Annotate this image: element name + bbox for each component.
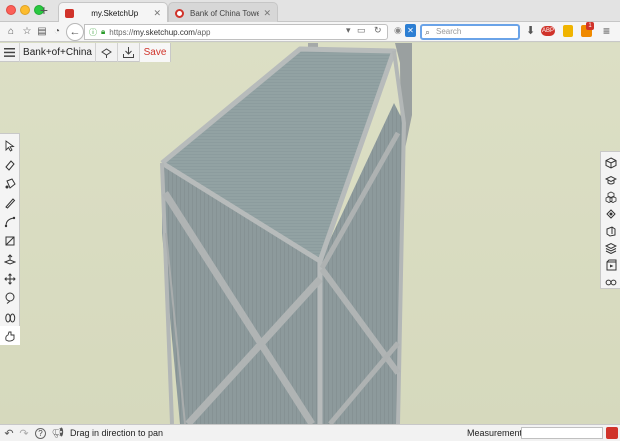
entity-info-icon <box>605 156 617 169</box>
select-icon <box>5 139 15 152</box>
status-bar: ↶ ↷ ? 📢︎ Drag in direction to pan Measur… <box>0 424 620 441</box>
window-close-button[interactable] <box>6 5 16 15</box>
components-panel-button[interactable] <box>601 188 620 205</box>
scenes-panel-button[interactable] <box>601 256 620 273</box>
rss-icon[interactable]: ◉ <box>394 25 402 36</box>
right-panel-bar <box>600 151 620 289</box>
dropdown-chevron-icon[interactable]: ▾ <box>346 25 351 36</box>
pan-tool[interactable] <box>0 326 20 345</box>
rectangle-tool[interactable] <box>0 231 20 250</box>
tab-title: my.SketchUp <box>91 8 139 18</box>
measurements-input[interactable] <box>521 427 603 439</box>
arc-tool[interactable] <box>0 212 20 231</box>
hamburger-menu-icon[interactable]: ≡ <box>603 24 610 38</box>
megaphone-icon[interactable]: 📢︎ <box>52 427 65 440</box>
orbit-icon <box>5 313 16 322</box>
notification-badge: 1 <box>586 22 594 30</box>
model-viewport[interactable] <box>0 43 620 424</box>
instructor-icon <box>605 175 617 184</box>
tape-measure-icon <box>5 292 15 304</box>
display-glasses-icon <box>605 279 617 285</box>
orbit-tool[interactable] <box>0 307 20 326</box>
eraser-icon <box>5 159 15 171</box>
app-menu-button[interactable] <box>0 43 20 62</box>
url-path: /app <box>194 27 211 37</box>
layers-icon <box>605 242 617 254</box>
pan-hand-icon <box>5 331 15 342</box>
url-host: my.sketchup.com <box>133 27 195 37</box>
eraser-tool[interactable] <box>0 155 20 174</box>
tab-close-icon[interactable]: ✕ <box>263 8 271 19</box>
status-message: Drag in direction to pan <box>70 428 164 438</box>
share-model-icon <box>101 48 112 58</box>
url-scheme: https:// <box>109 27 134 37</box>
materials-icon <box>606 208 616 219</box>
entity-info-panel-button[interactable] <box>601 154 620 171</box>
reader-view-icon[interactable]: ▭ <box>357 25 366 36</box>
browser-tab-sketchup[interactable]: my.SketchUp ✕ <box>58 2 168 23</box>
export-button[interactable] <box>118 43 140 62</box>
styles-panel-button[interactable] <box>601 222 620 239</box>
extension-shield-icon[interactable] <box>563 25 573 37</box>
sketchup-logo-icon <box>606 427 618 439</box>
components-icon <box>605 191 617 203</box>
help-icon: ? <box>35 428 46 439</box>
left-tool-palette <box>0 133 20 345</box>
select-tool[interactable] <box>0 136 20 155</box>
bank-of-china-tower-model <box>160 43 412 424</box>
paint-bucket-tool[interactable] <box>0 174 20 193</box>
rectangle-icon <box>5 236 15 245</box>
bank-of-china-favicon-icon <box>175 8 184 18</box>
clipboard-icon[interactable]: ▤ <box>35 25 49 39</box>
arc-icon <box>4 216 16 227</box>
push-pull-icon <box>4 253 16 265</box>
home-icon[interactable]: ⌂ <box>4 25 18 39</box>
tab-title: Bank of China Tower, Hong… <box>190 8 260 18</box>
model-title[interactable]: Bank+of+China <box>20 43 96 62</box>
help-button[interactable]: ? <box>34 427 47 440</box>
layers-panel-button[interactable] <box>601 239 620 256</box>
address-bar[interactable]: ⓘ 🔒︎ https://my.sketchup.com/app <box>84 24 388 40</box>
bookmark-star-icon[interactable]: ☆ <box>20 25 34 39</box>
reload-icon[interactable]: ↻ <box>374 25 382 36</box>
styles-icon <box>606 225 616 237</box>
push-pull-tool[interactable] <box>0 250 20 269</box>
instructor-panel-button[interactable] <box>601 171 620 188</box>
lock-icon: 🔒︎ <box>101 27 106 36</box>
redo-icon[interactable]: ↷ <box>18 427 30 440</box>
extension-bird-icon[interactable]: ✕ <box>405 24 416 37</box>
tab-close-icon[interactable]: ✕ <box>153 8 161 19</box>
undo-icon[interactable]: ↶ <box>3 427 15 440</box>
adblock-icon[interactable]: ABP <box>541 26 555 36</box>
download-icon[interactable]: ⬇ <box>526 24 535 37</box>
tape-measure-tool[interactable] <box>0 288 20 307</box>
measurements-label: Measurements <box>467 428 527 438</box>
window-minimize-button[interactable] <box>20 5 30 15</box>
pencil-line-icon <box>5 197 16 209</box>
sketchup-favicon-icon <box>65 8 74 18</box>
save-button[interactable]: Save <box>140 43 170 62</box>
pocket-icon[interactable]: ◔ <box>50 25 64 39</box>
search-icon: ⌕ <box>425 27 431 37</box>
scenes-icon <box>606 259 617 270</box>
app-menu-icon <box>4 48 15 57</box>
download-tray-icon <box>123 47 134 58</box>
display-panel-button[interactable] <box>601 273 620 290</box>
browser-tab-bar: my.SketchUp ✕ Bank of China Tower, Hong…… <box>0 0 620 23</box>
browser-tab-bank-of-china[interactable]: Bank of China Tower, Hong… ✕ <box>168 2 278 23</box>
share-model-button[interactable] <box>96 43 118 62</box>
info-icon[interactable]: ⓘ <box>89 27 97 38</box>
move-tool[interactable] <box>0 269 20 288</box>
app-toolbar: Bank+of+China Save <box>0 43 171 62</box>
pencil-tool[interactable] <box>0 193 20 212</box>
materials-panel-button[interactable] <box>601 205 620 222</box>
browser-nav-bar: ⌂ ☆ ▤ ◔ ← ⓘ 🔒︎ https://my.sketchup.com/a… <box>0 22 620 42</box>
paint-bucket-icon <box>5 177 16 189</box>
search-input[interactable]: ⌕ Search <box>420 24 520 40</box>
search-placeholder: Search <box>436 27 462 36</box>
new-tab-plus-icon[interactable]: + <box>37 2 51 18</box>
move-icon <box>4 272 16 285</box>
back-button[interactable]: ← <box>66 23 84 41</box>
